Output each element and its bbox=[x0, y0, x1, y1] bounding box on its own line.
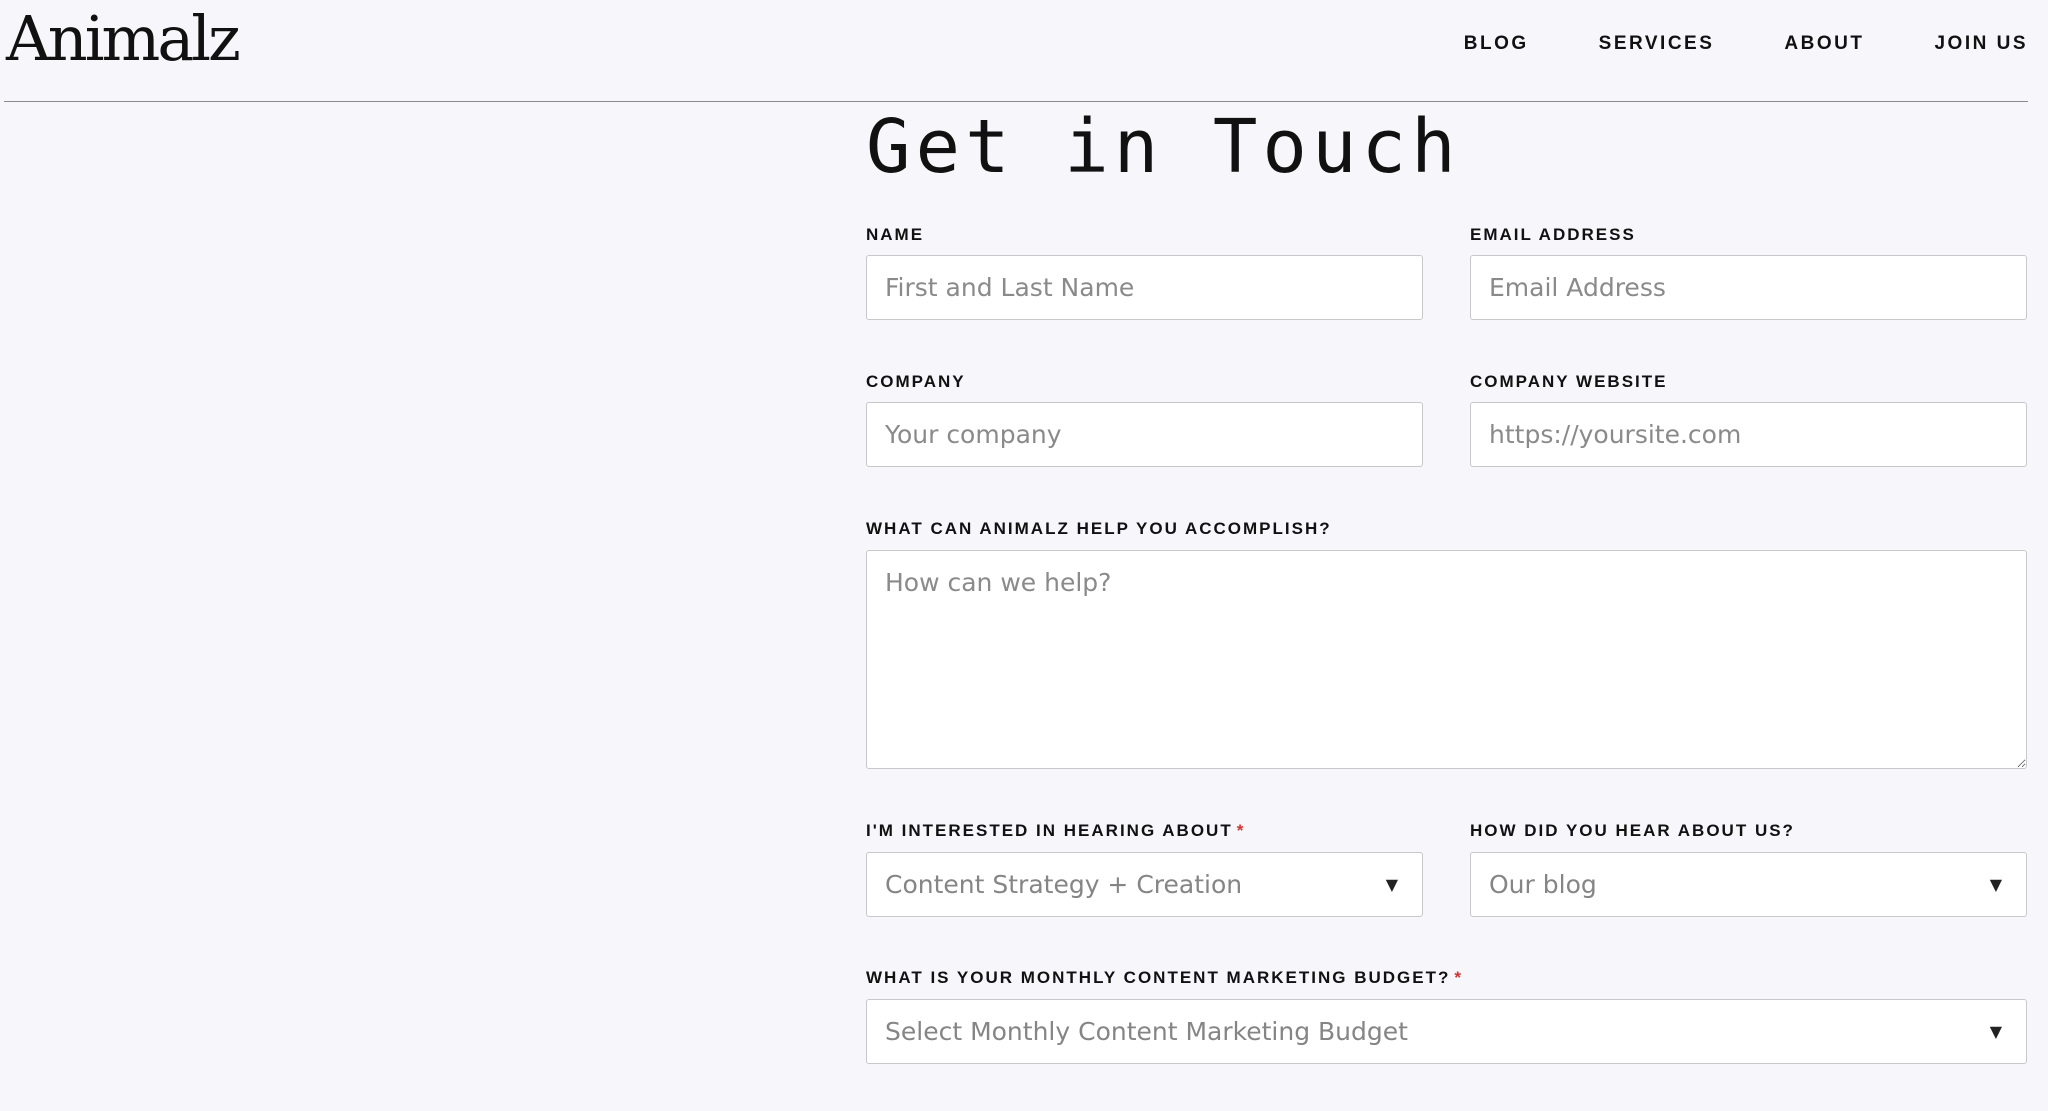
site-header: Animalz BLOG SERVICES ABOUT JOIN US bbox=[4, 0, 2028, 102]
interest-label-text: I'M INTERESTED IN HEARING ABOUT bbox=[866, 821, 1233, 840]
budget-label-text: WHAT IS YOUR MONTHLY CONTENT MARKETING B… bbox=[866, 968, 1451, 987]
email-label: EMAIL ADDRESS bbox=[1470, 225, 1636, 244]
referral-select-value: Our blog bbox=[1489, 870, 1597, 899]
budget-select[interactable]: Select Monthly Content Marketing Budget … bbox=[866, 999, 2027, 1064]
nav-link-join-us[interactable]: JOIN US bbox=[1934, 32, 2028, 56]
company-website-label: COMPANY WEBSITE bbox=[1470, 372, 1668, 391]
help-label: WHAT CAN ANIMALZ HELP YOU ACCOMPLISH? bbox=[866, 519, 1332, 538]
company-website-input[interactable] bbox=[1470, 402, 2027, 467]
name-label: NAME bbox=[866, 225, 925, 244]
animalz-logo[interactable]: Animalz bbox=[6, 8, 241, 70]
interest-select[interactable]: Content Strategy + Creation ▼ bbox=[866, 852, 1423, 917]
budget-select-value: Select Monthly Content Marketing Budget bbox=[885, 1017, 1408, 1046]
budget-label: WHAT IS YOUR MONTHLY CONTENT MARKETING B… bbox=[866, 968, 1463, 988]
referral-select[interactable]: Our blog ▼ bbox=[1470, 852, 2027, 917]
help-textarea[interactable] bbox=[866, 550, 2027, 769]
caret-down-icon: ▼ bbox=[1989, 1022, 2002, 1041]
page-title: Get in Touch bbox=[866, 104, 1461, 190]
interest-label: I'M INTERESTED IN HEARING ABOUT * bbox=[866, 821, 1245, 841]
required-marker: * bbox=[1454, 968, 1463, 987]
interest-select-value: Content Strategy + Creation bbox=[885, 870, 1243, 899]
company-input[interactable] bbox=[866, 402, 1423, 467]
nav-link-about[interactable]: ABOUT bbox=[1784, 32, 1864, 56]
nav-link-blog[interactable]: BLOG bbox=[1464, 32, 1529, 56]
referral-label: HOW DID YOU HEAR ABOUT US? bbox=[1470, 821, 1795, 840]
email-input[interactable] bbox=[1470, 255, 2027, 320]
caret-down-icon: ▼ bbox=[1385, 875, 1398, 894]
company-label: COMPANY bbox=[866, 372, 966, 391]
nav-link-services[interactable]: SERVICES bbox=[1599, 32, 1715, 56]
caret-down-icon: ▼ bbox=[1989, 875, 2002, 894]
name-input[interactable] bbox=[866, 255, 1423, 320]
required-marker: * bbox=[1236, 821, 1246, 840]
main-nav: BLOG SERVICES ABOUT JOIN US bbox=[1394, 32, 2028, 56]
